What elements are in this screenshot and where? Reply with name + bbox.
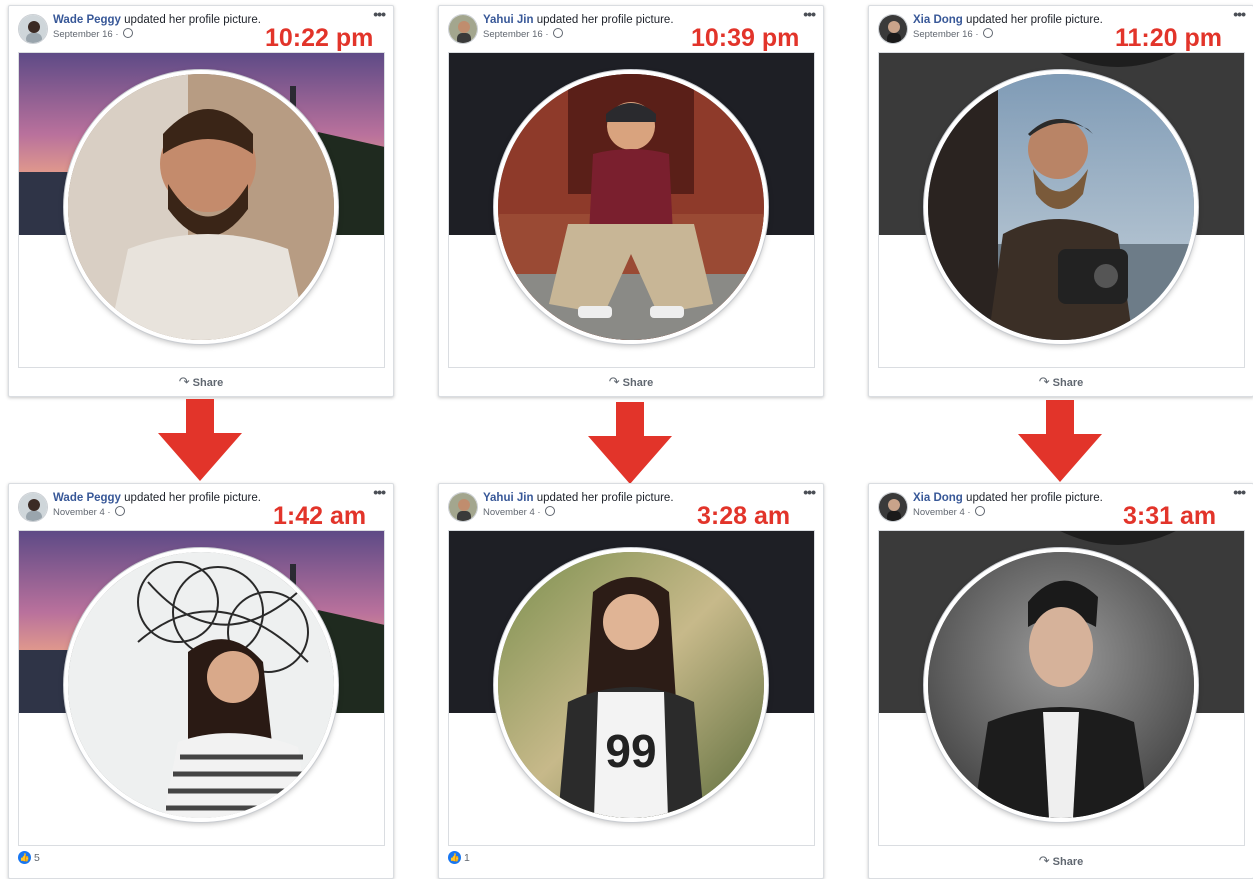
globe-icon — [975, 506, 986, 516]
post-date[interactable]: November 4 · — [913, 506, 986, 518]
profile-photo[interactable]: 99 — [494, 548, 768, 822]
avatar[interactable] — [448, 14, 478, 44]
svg-text:99: 99 — [605, 725, 656, 777]
reactions-summary[interactable]: 👍 5 — [18, 851, 40, 864]
post-card-xia-before: Xia Dong updated her profile picture. Se… — [868, 5, 1253, 397]
reaction-count: 5 — [34, 851, 40, 864]
profile-photo[interactable] — [64, 70, 338, 344]
more-options-icon[interactable]: ••• — [803, 484, 816, 500]
profile-photo[interactable] — [924, 70, 1198, 344]
time-annotation: 1:42 am — [273, 502, 367, 530]
post-date-text: September 16 · — [53, 29, 119, 40]
profile-photo[interactable] — [924, 548, 1198, 822]
arrow-down-icon — [158, 399, 242, 481]
post-action-text: updated her profile picture. — [124, 14, 261, 26]
share-button[interactable]: ↷ Share — [439, 374, 823, 390]
post-header: Xia Dong updated her profile picture. — [913, 14, 1103, 26]
post-date[interactable]: September 16 · — [913, 28, 994, 40]
share-button[interactable]: ↷ Share — [869, 374, 1253, 390]
post-header: Yahui Jin updated her profile picture. — [483, 492, 674, 504]
post-card-yahui-after: Yahui Jin updated her profile picture. N… — [438, 483, 824, 879]
share-label: Share — [1052, 377, 1084, 389]
share-icon: ↷ — [1038, 374, 1050, 389]
share-icon: ↷ — [178, 374, 190, 389]
profile-photo[interactable] — [64, 548, 338, 822]
author-link[interactable]: Wade Peggy — [53, 14, 121, 26]
like-icon: 👍 — [448, 851, 461, 864]
share-label: Share — [622, 377, 654, 389]
time-annotation: 10:22 pm — [265, 24, 374, 52]
avatar[interactable] — [448, 492, 478, 522]
profile-photo[interactable] — [494, 70, 768, 344]
post-date[interactable]: September 16 · — [53, 28, 134, 40]
post-action-text: updated her profile picture. — [536, 14, 674, 26]
time-annotation: 10:39 pm — [691, 24, 800, 52]
post-header: Wade Peggy updated her profile picture. — [53, 14, 261, 26]
post-date[interactable]: November 4 · — [53, 506, 126, 518]
post-action-text: updated her profile picture. — [966, 492, 1103, 504]
post-header: Xia Dong updated her profile picture. — [913, 492, 1103, 504]
share-button[interactable]: ↷ Share — [869, 853, 1253, 869]
post-date[interactable]: September 16 · — [483, 28, 564, 40]
author-link[interactable]: Xia Dong — [913, 492, 963, 504]
reaction-count: 1 — [464, 851, 470, 864]
post-date-text: November 4 · — [913, 507, 971, 518]
arrow-down-icon — [588, 402, 672, 484]
author-link[interactable]: Xia Dong — [913, 14, 963, 26]
post-date-text: November 4 · — [53, 507, 111, 518]
post-card-xia-after: Xia Dong updated her profile picture. No… — [868, 483, 1253, 879]
time-annotation: 3:31 am — [1123, 502, 1217, 530]
globe-icon — [983, 28, 994, 38]
avatar[interactable] — [18, 492, 48, 522]
like-icon: 👍 — [18, 851, 31, 864]
share-label: Share — [192, 377, 224, 389]
avatar[interactable] — [878, 492, 908, 522]
reactions-summary[interactable]: 👍 1 — [448, 851, 470, 864]
avatar[interactable] — [878, 14, 908, 44]
time-annotation: 3:28 am — [697, 502, 791, 530]
post-header: Wade Peggy updated her profile picture. — [53, 492, 261, 504]
share-icon: ↷ — [608, 374, 620, 389]
more-options-icon[interactable]: ••• — [803, 6, 816, 22]
post-action-text: updated her profile picture. — [966, 14, 1103, 26]
post-date-text: September 16 · — [483, 29, 549, 40]
author-link[interactable]: Yahui Jin — [483, 492, 534, 504]
globe-icon — [115, 506, 126, 516]
more-options-icon[interactable]: ••• — [1233, 6, 1246, 22]
post-action-text: updated her profile picture. — [124, 492, 261, 504]
share-icon: ↷ — [1038, 853, 1050, 868]
more-options-icon[interactable]: ••• — [1233, 484, 1246, 500]
post-card-wade-before: Wade Peggy updated her profile picture. … — [8, 5, 394, 397]
post-date-text: November 4 · — [483, 507, 541, 518]
post-date-text: September 16 · — [913, 29, 979, 40]
share-button[interactable]: ↷ Share — [9, 374, 393, 390]
time-annotation: 11:20 pm — [1115, 24, 1223, 52]
post-header: Yahui Jin updated her profile picture. — [483, 14, 674, 26]
more-options-icon[interactable]: ••• — [373, 484, 386, 500]
post-date[interactable]: November 4 · — [483, 506, 556, 518]
post-action-text: updated her profile picture. — [536, 492, 674, 504]
author-link[interactable]: Wade Peggy — [53, 492, 121, 504]
post-card-wade-after: Wade Peggy updated her profile picture. … — [8, 483, 394, 879]
arrow-down-icon — [1018, 400, 1102, 482]
author-link[interactable]: Yahui Jin — [483, 14, 534, 26]
globe-icon — [553, 28, 564, 38]
share-label: Share — [1052, 856, 1084, 868]
globe-icon — [123, 28, 134, 38]
globe-icon — [545, 506, 556, 516]
post-card-yahui-before: Yahui Jin updated her profile picture. S… — [438, 5, 824, 397]
more-options-icon[interactable]: ••• — [373, 6, 386, 22]
avatar[interactable] — [18, 14, 48, 44]
